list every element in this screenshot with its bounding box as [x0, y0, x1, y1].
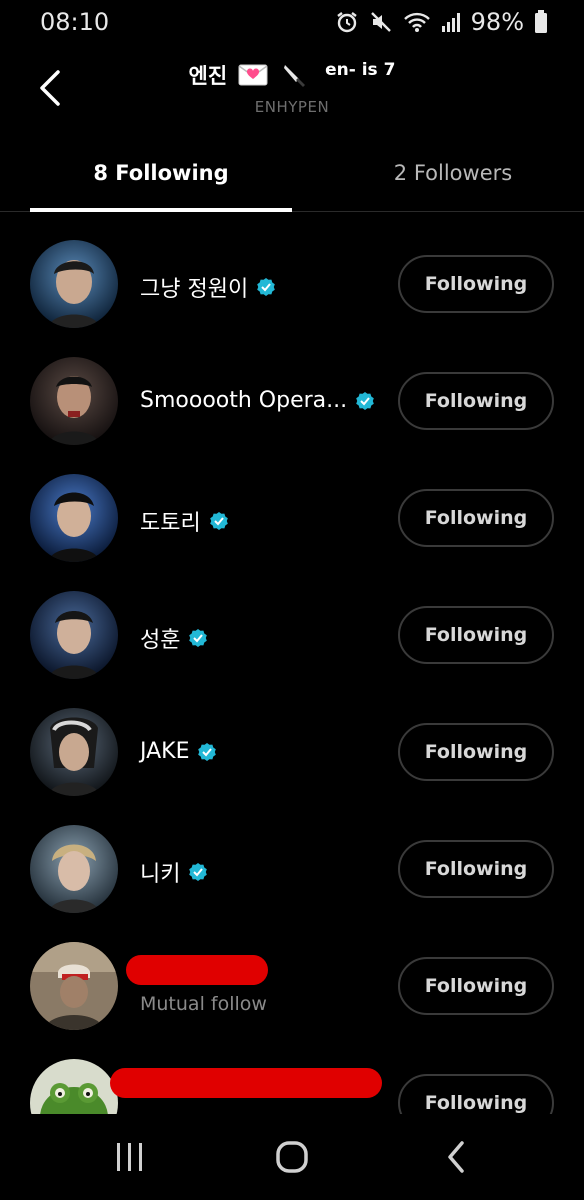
name-wrap: 그냥 정원이	[140, 271, 276, 303]
following-button[interactable]: Following	[398, 606, 554, 664]
redacted-name	[110, 1068, 382, 1098]
user-name[interactable]: 도토리	[140, 505, 201, 537]
avatar[interactable]	[30, 357, 118, 445]
status-time: 08:10	[40, 8, 110, 36]
following-button[interactable]: Following	[398, 1074, 554, 1114]
following-button[interactable]: Following	[398, 840, 554, 898]
user-name[interactable]: JAKE	[140, 739, 189, 764]
header: 엔진 en- is 7 ENHYPEN	[0, 48, 584, 134]
verified-badge-icon	[257, 278, 276, 296]
love-letter-icon	[238, 63, 268, 92]
avatar[interactable]	[30, 1059, 118, 1114]
verified-badge-icon	[189, 863, 208, 881]
nav-back-button[interactable]	[426, 1132, 486, 1182]
profile-subtitle: ENHYPEN	[254, 98, 330, 116]
verified-badge-icon	[209, 512, 228, 530]
user-name[interactable]: 성훈	[140, 622, 180, 654]
name-wrap: Smooooth Opera...	[140, 388, 375, 413]
following-button[interactable]: Following	[398, 255, 554, 313]
follow-tabs: 8 Following 2 Followers	[0, 134, 584, 212]
tab-followers[interactable]: 2 Followers	[322, 134, 584, 212]
name-wrap: 성훈	[140, 622, 208, 654]
status-bar: 08:10 98%	[0, 0, 584, 48]
avatar[interactable]	[30, 240, 118, 328]
avatar[interactable]	[30, 825, 118, 913]
avatar[interactable]	[30, 474, 118, 562]
following-button[interactable]: Following	[398, 489, 554, 547]
profile-name: 엔진	[188, 64, 228, 88]
redacted-name	[126, 955, 268, 985]
verified-badge-icon	[356, 391, 374, 410]
list-item[interactable]: Smooooth Opera... Following	[0, 344, 584, 460]
following-button[interactable]: Following	[398, 372, 554, 430]
following-button[interactable]: Following	[398, 957, 554, 1015]
home-button[interactable]	[262, 1132, 322, 1182]
profile-title: 엔진 en- is 7	[0, 60, 584, 94]
verified-badge-icon	[189, 629, 208, 647]
alarm-icon	[335, 10, 359, 34]
user-name[interactable]: Smooooth Opera...	[140, 388, 347, 413]
list-item[interactable]: 니키 Following	[0, 812, 584, 928]
nav-back-icon	[448, 1141, 464, 1173]
profile-title-suffix: en- is 7	[325, 60, 396, 80]
home-icon	[276, 1141, 308, 1173]
list-item[interactable]: 도토리 Following	[0, 461, 584, 577]
avatar[interactable]	[30, 942, 118, 1030]
battery-icon	[534, 10, 548, 34]
name-wrap: JAKE	[140, 739, 217, 764]
list-item[interactable]: Mutual follow Following	[0, 929, 584, 1045]
list-item[interactable]: JAKE Following	[0, 695, 584, 811]
name-wrap: 도토리	[140, 505, 229, 537]
recent-apps-button[interactable]	[100, 1132, 160, 1182]
mutual-follow-label: Mutual follow	[140, 993, 267, 1015]
user-name[interactable]: 그냥 정원이	[140, 271, 248, 303]
following-list: 그냥 정원이 Following Smooooth Opera... Follo…	[0, 212, 584, 1114]
mute-icon	[369, 10, 393, 34]
knife-icon	[281, 61, 309, 94]
user-name[interactable]: 니키	[140, 856, 180, 888]
name-wrap: 니키	[140, 856, 208, 888]
list-item[interactable]: 그냥 정원이 Following	[0, 227, 584, 343]
tab-following[interactable]: 8 Following	[30, 134, 292, 212]
list-item[interactable]: Following	[0, 1046, 584, 1114]
wifi-icon	[403, 11, 431, 33]
recent-apps-icon	[117, 1143, 142, 1171]
system-nav-bar	[0, 1114, 584, 1200]
battery-level: 98%	[470, 8, 524, 36]
avatar[interactable]	[30, 591, 118, 679]
signal-icon	[441, 12, 461, 32]
avatar[interactable]	[30, 708, 118, 796]
following-button[interactable]: Following	[398, 723, 554, 781]
list-item[interactable]: 성훈 Following	[0, 578, 584, 694]
status-icons: 98%	[335, 8, 548, 36]
verified-badge-icon	[198, 742, 217, 761]
